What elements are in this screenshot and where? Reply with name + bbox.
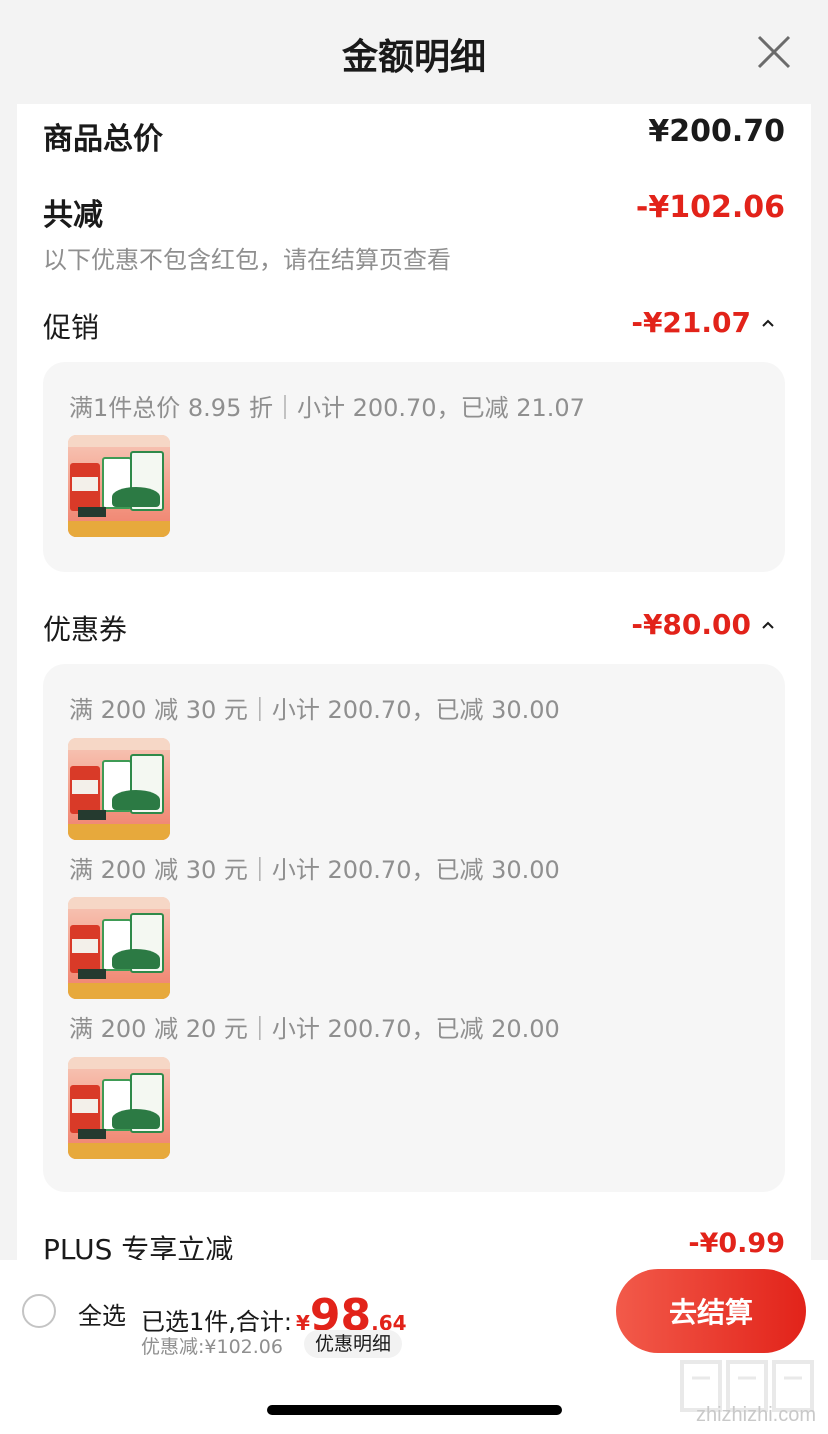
plus-row: PLUS 专享立减 -¥0.99 xyxy=(43,1228,785,1260)
page-title: 金额明细 xyxy=(341,37,486,78)
close-icon[interactable] xyxy=(756,34,792,70)
reduce-value: -¥102.06 xyxy=(635,190,785,225)
coupon-amount-wrap: -¥80.00 xyxy=(631,608,775,641)
promotion-label: 促销 xyxy=(43,311,100,344)
total-label: 商品总价 xyxy=(43,122,163,157)
currency-symbol: ¥ xyxy=(295,1311,310,1335)
coupon-panel: 满 200 减 30 元｜小计 200.70，已减 30.00 满 200 减 … xyxy=(43,664,785,1192)
coupon-line: 满 200 减 20 元｜小计 200.70，已减 20.00 xyxy=(69,1015,560,1043)
reduce-note: 以下优惠不包含红包，请在结算页查看 xyxy=(43,246,451,274)
discount-text: 优惠减:¥102.06 xyxy=(141,1336,283,1358)
promotion-header[interactable]: 促销 -¥21.07 xyxy=(43,306,785,346)
coupon-line: 满 200 减 30 元｜小计 200.70，已减 30.00 xyxy=(69,856,560,884)
sheet-header: 金额明细 xyxy=(0,0,828,104)
coupon-line: 满 200 减 30 元｜小计 200.70，已减 30.00 xyxy=(69,696,560,724)
plus-label: PLUS 专享立减 xyxy=(43,1233,234,1260)
promotion-amount-wrap: -¥21.07 xyxy=(631,306,775,339)
select-all-label[interactable]: 全选 xyxy=(78,1296,126,1331)
discount-detail-link[interactable]: 优惠明细 xyxy=(304,1330,403,1358)
amount-detail-sheet: 金额明细 商品总价 ¥200.70 共减 -¥102.06 以下优惠不包含红包，… xyxy=(0,0,828,1434)
promotion-line: 满1件总价 8.95 折｜小计 200.70，已减 21.07 xyxy=(69,394,585,422)
home-indicator xyxy=(267,1405,562,1415)
coupon-amount: -¥80.00 xyxy=(631,608,751,641)
radio-unchecked-icon[interactable] xyxy=(22,1294,56,1328)
product-thumbnail[interactable] xyxy=(68,1057,170,1159)
coupon-label: 优惠券 xyxy=(43,613,128,646)
total-row: 商品总价 ¥200.70 xyxy=(43,114,785,157)
product-thumbnail[interactable] xyxy=(68,435,170,537)
plus-amount: -¥0.99 xyxy=(688,1228,785,1259)
reduce-row: 共减 -¥102.06 xyxy=(43,190,785,233)
promotion-panel: 满1件总价 8.95 折｜小计 200.70，已减 21.07 xyxy=(43,362,785,572)
product-thumbnail[interactable] xyxy=(68,738,170,840)
detail-card: 商品总价 ¥200.70 共减 -¥102.06 以下优惠不包含红包，请在结算页… xyxy=(17,104,811,1260)
total-value: ¥200.70 xyxy=(648,114,785,149)
chevron-up-icon[interactable] xyxy=(761,316,775,330)
product-thumbnail[interactable] xyxy=(68,897,170,999)
watermark-text: zhizhizhi.com xyxy=(695,1404,816,1426)
chevron-up-icon[interactable] xyxy=(761,618,775,632)
reduce-label: 共减 xyxy=(43,198,103,233)
coupon-header[interactable]: 优惠券 -¥80.00 xyxy=(43,608,785,648)
checkout-button[interactable]: 去结算 xyxy=(616,1269,806,1353)
promotion-amount: -¥21.07 xyxy=(631,306,751,339)
